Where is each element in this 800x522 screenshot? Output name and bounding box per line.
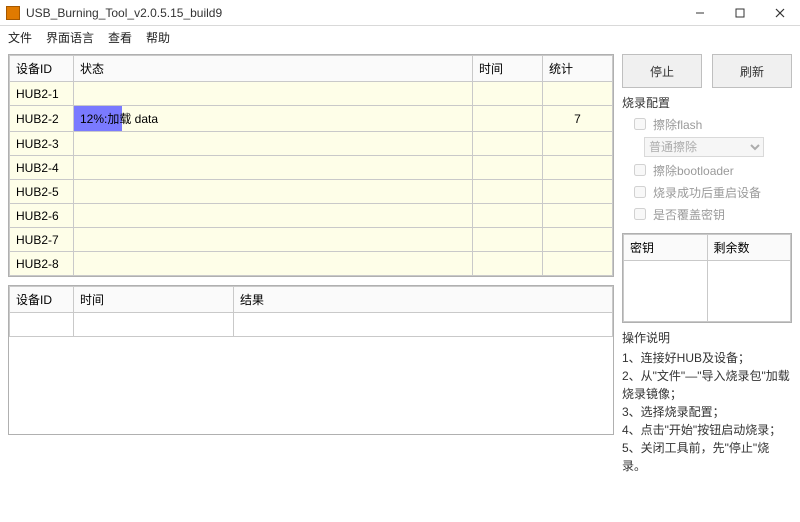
cell-device-id: HUB2-4 bbox=[10, 156, 74, 180]
config-title: 烧录配置 bbox=[622, 94, 792, 111]
col-log-result[interactable]: 结果 bbox=[234, 287, 613, 313]
table-row[interactable]: HUB2-212%:加载 data 7 bbox=[10, 106, 613, 132]
instruction-item: 1、连接好HUB及设备； bbox=[622, 349, 792, 367]
cell-time bbox=[473, 156, 543, 180]
col-device-id[interactable]: 设备ID bbox=[10, 56, 74, 82]
table-row[interactable]: HUB2-4 bbox=[10, 156, 613, 180]
key-table: 密钥 剩余数 bbox=[622, 233, 792, 323]
cell-status bbox=[74, 204, 473, 228]
cell-time bbox=[473, 106, 543, 132]
col-log-device-id[interactable]: 设备ID bbox=[10, 287, 74, 313]
instructions-title: 操作说明 bbox=[622, 329, 792, 347]
column-resize-handle[interactable] bbox=[229, 287, 233, 312]
instruction-item: 3、选择烧录配置； bbox=[622, 403, 792, 421]
menubar: 文件 界面语言 查看 帮助 bbox=[0, 26, 800, 48]
cell-time bbox=[473, 228, 543, 252]
cell-time bbox=[473, 204, 543, 228]
titlebar: USB_Burning_Tool_v2.0.5.15_build9 bbox=[0, 0, 800, 26]
col-stats[interactable]: 统计 bbox=[543, 56, 613, 82]
menu-file[interactable]: 文件 bbox=[8, 29, 32, 46]
menu-help[interactable]: 帮助 bbox=[146, 29, 170, 46]
cell-status bbox=[74, 82, 473, 106]
instructions: 操作说明 1、连接好HUB及设备；2、从"文件"—"导入烧录包"加载烧录镜像；3… bbox=[622, 329, 792, 475]
stop-button[interactable]: 停止 bbox=[622, 54, 702, 88]
cell-stats bbox=[543, 132, 613, 156]
window-title: USB_Burning_Tool_v2.0.5.15_build9 bbox=[26, 6, 680, 20]
device-table: 设备ID 状态 时间 统计 HUB2-1HUB2-212%:加载 data7HU… bbox=[8, 54, 614, 277]
menu-view[interactable]: 查看 bbox=[108, 29, 132, 46]
table-row[interactable]: HUB2-6 bbox=[10, 204, 613, 228]
burn-config: 烧录配置 擦除flash 普通擦除 擦除bootloader 烧录成功后重启设备… bbox=[622, 94, 792, 227]
instruction-item: 2、从"文件"—"导入烧录包"加载烧录镜像； bbox=[622, 367, 792, 403]
cell-time bbox=[473, 132, 543, 156]
column-resize-handle[interactable] bbox=[538, 56, 542, 81]
cell-time bbox=[473, 252, 543, 276]
menu-language[interactable]: 界面语言 bbox=[46, 29, 94, 46]
cell-stats bbox=[543, 204, 613, 228]
cell-status bbox=[74, 180, 473, 204]
app-icon bbox=[6, 6, 20, 20]
minimize-button[interactable] bbox=[680, 0, 720, 25]
close-button[interactable] bbox=[760, 0, 800, 25]
erase-bootloader-checkbox[interactable]: 擦除bootloader bbox=[630, 161, 792, 179]
reboot-after-checkbox[interactable]: 烧录成功后重启设备 bbox=[630, 183, 792, 201]
cell-status bbox=[74, 132, 473, 156]
table-row[interactable]: HUB2-5 bbox=[10, 180, 613, 204]
cell-stats bbox=[543, 82, 613, 106]
cell-device-id: HUB2-3 bbox=[10, 132, 74, 156]
cell-time bbox=[473, 82, 543, 106]
cell-stats bbox=[543, 180, 613, 204]
erase-mode-select[interactable]: 普通擦除 bbox=[644, 137, 764, 157]
col-time[interactable]: 时间 bbox=[473, 56, 543, 82]
cell-status: 12%:加载 data bbox=[74, 106, 473, 132]
col-status[interactable]: 状态 bbox=[74, 56, 473, 82]
cell-stats: 7 bbox=[543, 106, 613, 132]
col-remaining[interactable]: 剩余数 bbox=[707, 235, 791, 261]
instruction-item: 4、点击"开始"按钮启动烧录； bbox=[622, 421, 792, 439]
cell-stats bbox=[543, 228, 613, 252]
cell-time bbox=[473, 180, 543, 204]
cell-status bbox=[74, 156, 473, 180]
cell-status bbox=[74, 252, 473, 276]
cell-device-id: HUB2-2 bbox=[10, 106, 74, 132]
cell-stats bbox=[543, 156, 613, 180]
cell-device-id: HUB2-6 bbox=[10, 204, 74, 228]
table-row[interactable]: HUB2-1 bbox=[10, 82, 613, 106]
column-resize-handle[interactable] bbox=[69, 56, 73, 81]
cell-stats bbox=[543, 252, 613, 276]
cell-device-id: HUB2-1 bbox=[10, 82, 74, 106]
log-table: 设备ID 时间 结果 bbox=[8, 285, 614, 435]
cell-device-id: HUB2-5 bbox=[10, 180, 74, 204]
cell-device-id: HUB2-7 bbox=[10, 228, 74, 252]
cell-device-id: HUB2-8 bbox=[10, 252, 74, 276]
overwrite-key-checkbox[interactable]: 是否覆盖密钥 bbox=[630, 205, 792, 223]
maximize-button[interactable] bbox=[720, 0, 760, 25]
erase-flash-checkbox[interactable]: 擦除flash bbox=[630, 115, 792, 133]
column-resize-handle[interactable] bbox=[468, 56, 472, 81]
col-key[interactable]: 密钥 bbox=[624, 235, 708, 261]
col-log-time[interactable]: 时间 bbox=[74, 287, 234, 313]
cell-status bbox=[74, 228, 473, 252]
table-row[interactable]: HUB2-8 bbox=[10, 252, 613, 276]
table-row[interactable]: HUB2-3 bbox=[10, 132, 613, 156]
column-resize-handle[interactable] bbox=[69, 287, 73, 312]
instruction-item: 5、关闭工具前，先"停止"烧录。 bbox=[622, 439, 792, 475]
refresh-button[interactable]: 刷新 bbox=[712, 54, 792, 88]
progress-label: 12%:加载 data bbox=[74, 106, 472, 131]
table-row[interactable]: HUB2-7 bbox=[10, 228, 613, 252]
